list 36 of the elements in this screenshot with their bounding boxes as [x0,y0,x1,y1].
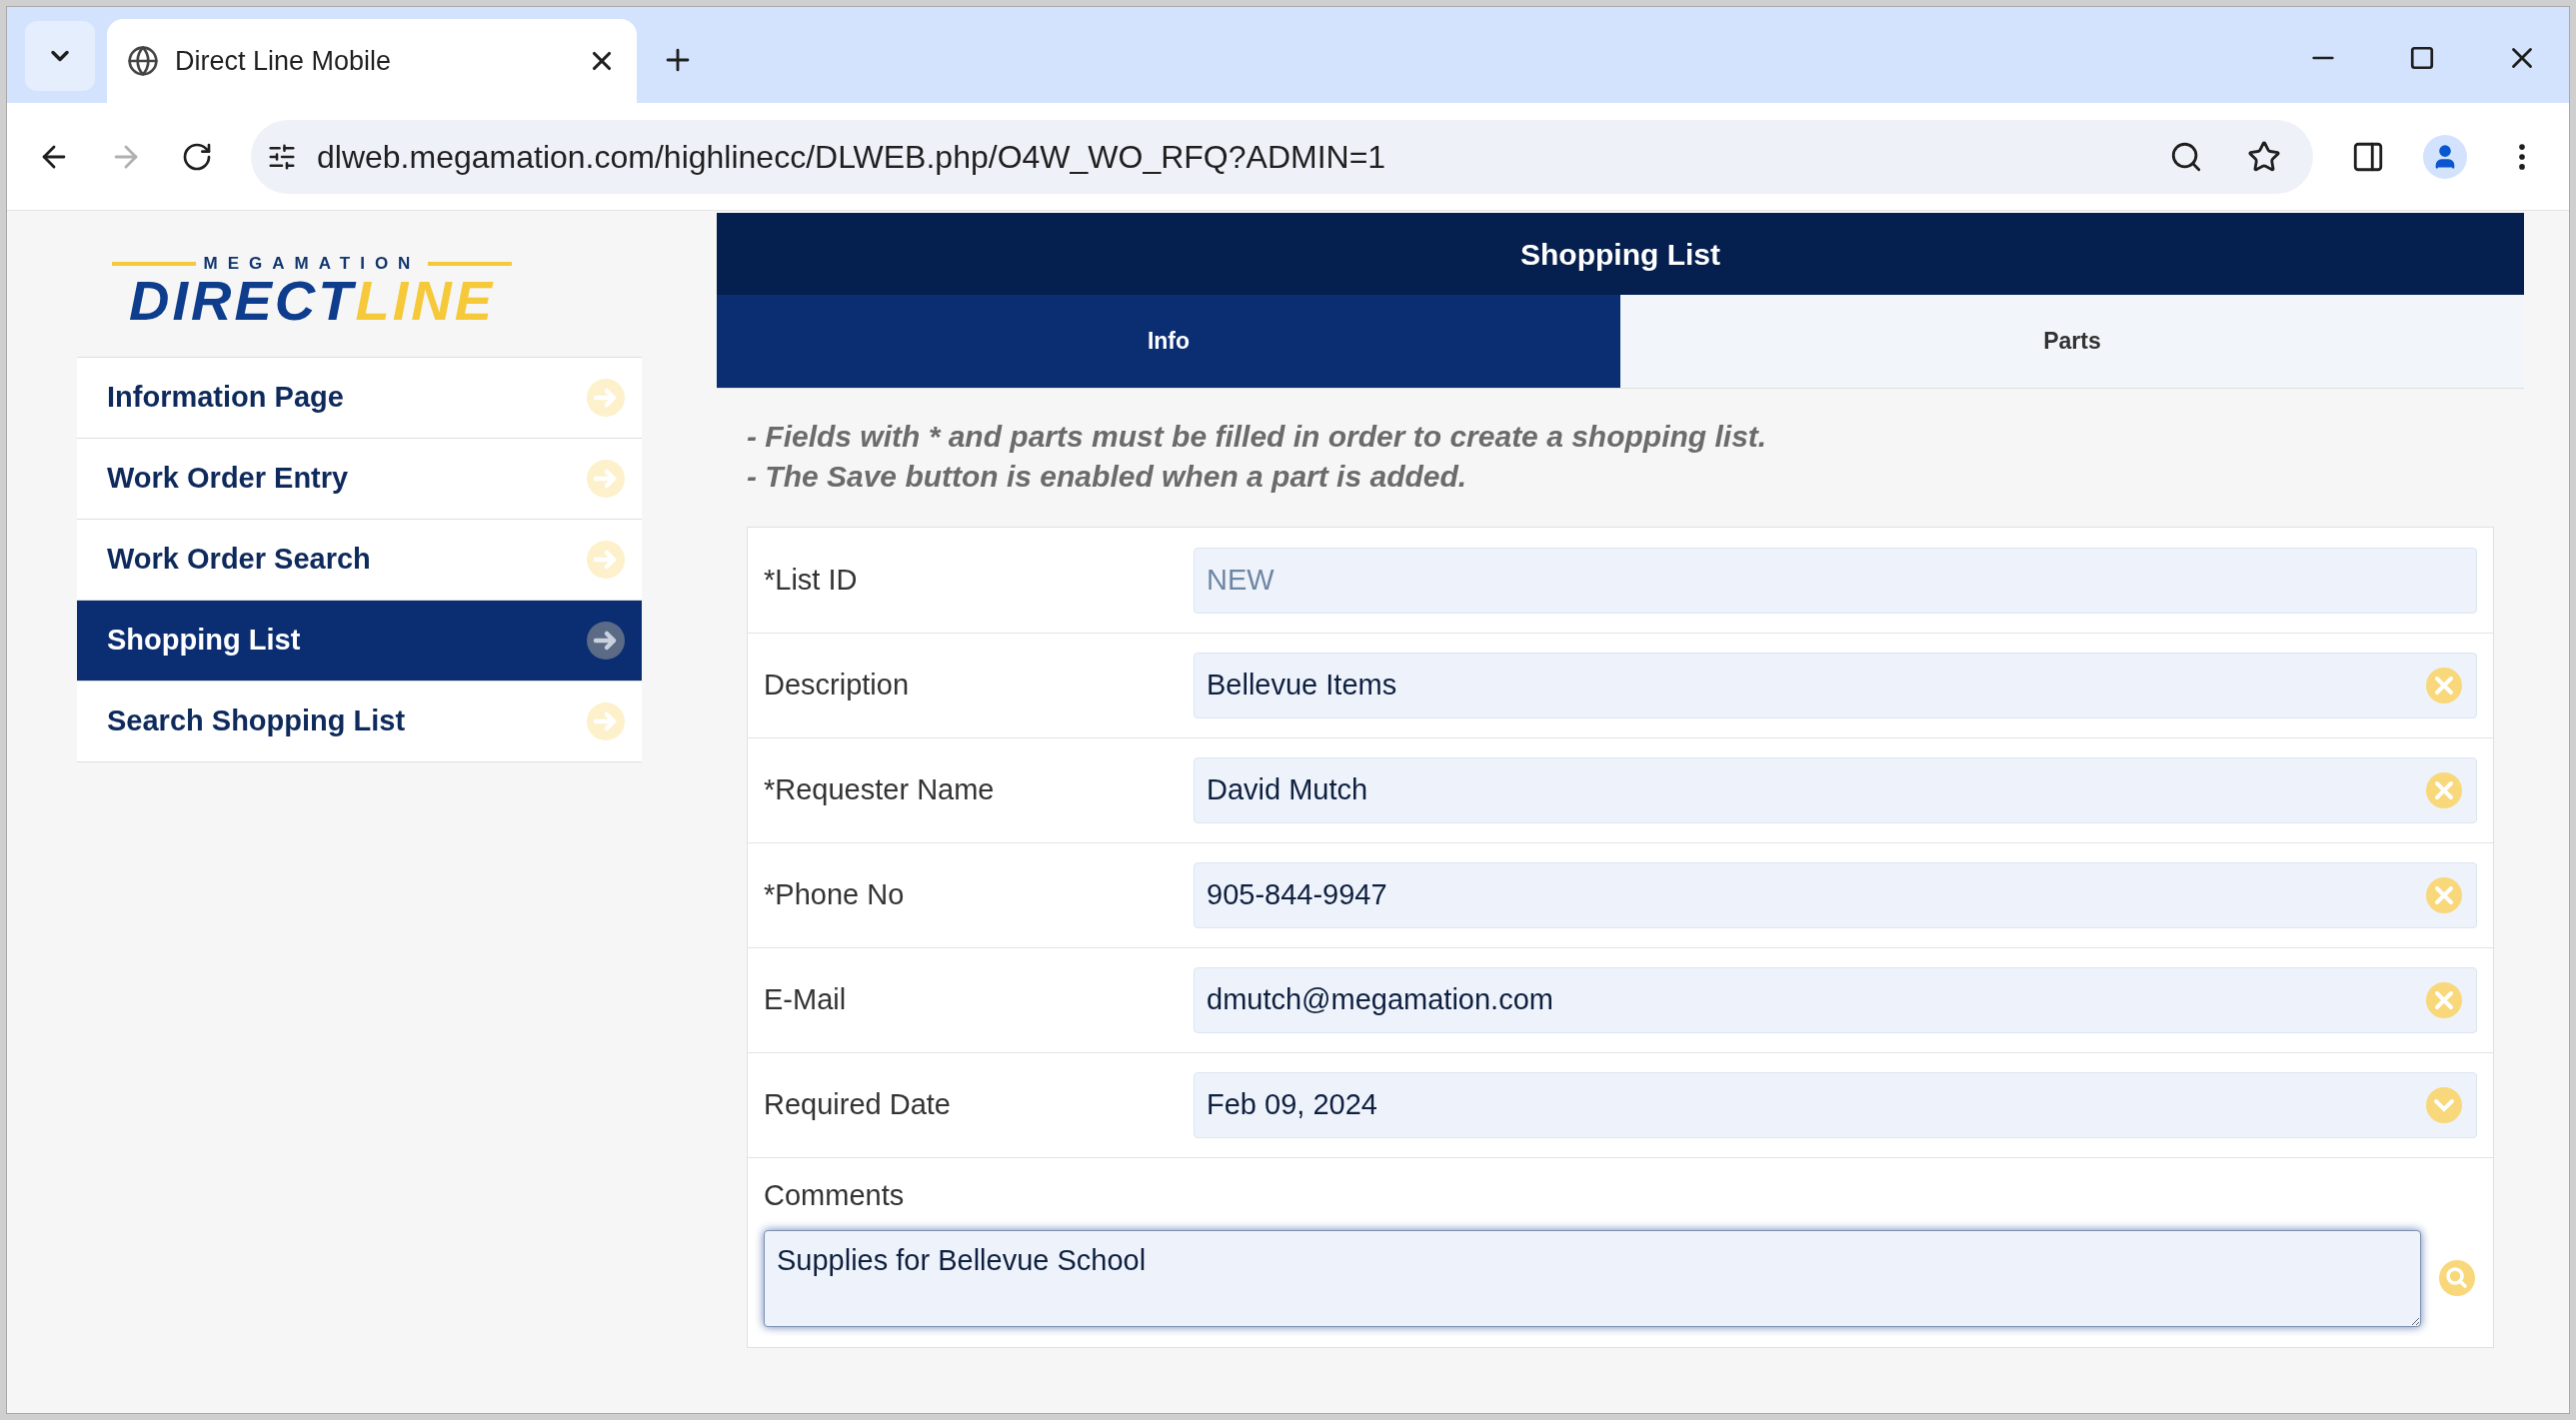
field-label: Required Date [764,1087,952,1123]
date-field[interactable]: Feb 09, 2024 [1194,1072,2477,1138]
arrow-right-icon [585,376,627,419]
address-bar[interactable]: dlweb.megamation.com/highlinecc/DLWEB.php/O4W_WO_RFQ?ADMIN=1 [251,119,2313,194]
field-label: *List ID [764,562,859,598]
logo: MEGAMATION DIRECTLINE [112,251,512,329]
globe-icon [127,45,159,77]
note-text: - The Save button is enabled when a part is added. [747,459,1468,495]
input-field[interactable]: 905-844-9947 [1194,862,2477,928]
sidebar-item[interactable]: Search Shopping List [77,681,642,762]
profile-icon[interactable] [2423,134,2467,179]
panel-header: Shopping List [717,213,2524,295]
sidebar-item[interactable]: Work Order Entry [77,438,642,520]
arrow-right-icon [585,457,627,500]
input-field[interactable]: dmutch@megamation.com [1194,967,2477,1033]
bookmark-star-icon[interactable] [2247,139,2281,174]
browser-tab[interactable]: Direct Line Mobile [107,19,637,103]
sidebar-item[interactable]: Work Order Search [77,519,642,601]
comments-field[interactable]: Supplies for Bellevue School [764,1229,2421,1327]
field-label: Description [764,668,911,704]
sidebar-item[interactable]: Information Page [77,357,642,439]
field-label: E-Mail [764,982,848,1018]
note-text: - Fields with * and parts must be filled in order to create a shopping list. [747,419,1768,455]
field-label: Comments [764,1178,906,1213]
input-field[interactable]: David Mutch [1194,757,2477,823]
field-label: *Phone No [764,877,906,913]
arrow-right-icon [585,700,627,742]
field-label: *Requester Name [764,772,996,808]
input-field: NEW [1194,547,2477,614]
sidebar-item[interactable]: Shopping List [77,600,642,682]
arrow-right-icon [585,538,627,581]
input-field[interactable]: Bellevue Items [1194,653,2477,718]
tab[interactable]: Info [717,295,1620,388]
arrow-right-icon [585,619,627,662]
maximize-icon[interactable] [2409,45,2435,71]
tab[interactable]: Parts [1620,295,2524,388]
